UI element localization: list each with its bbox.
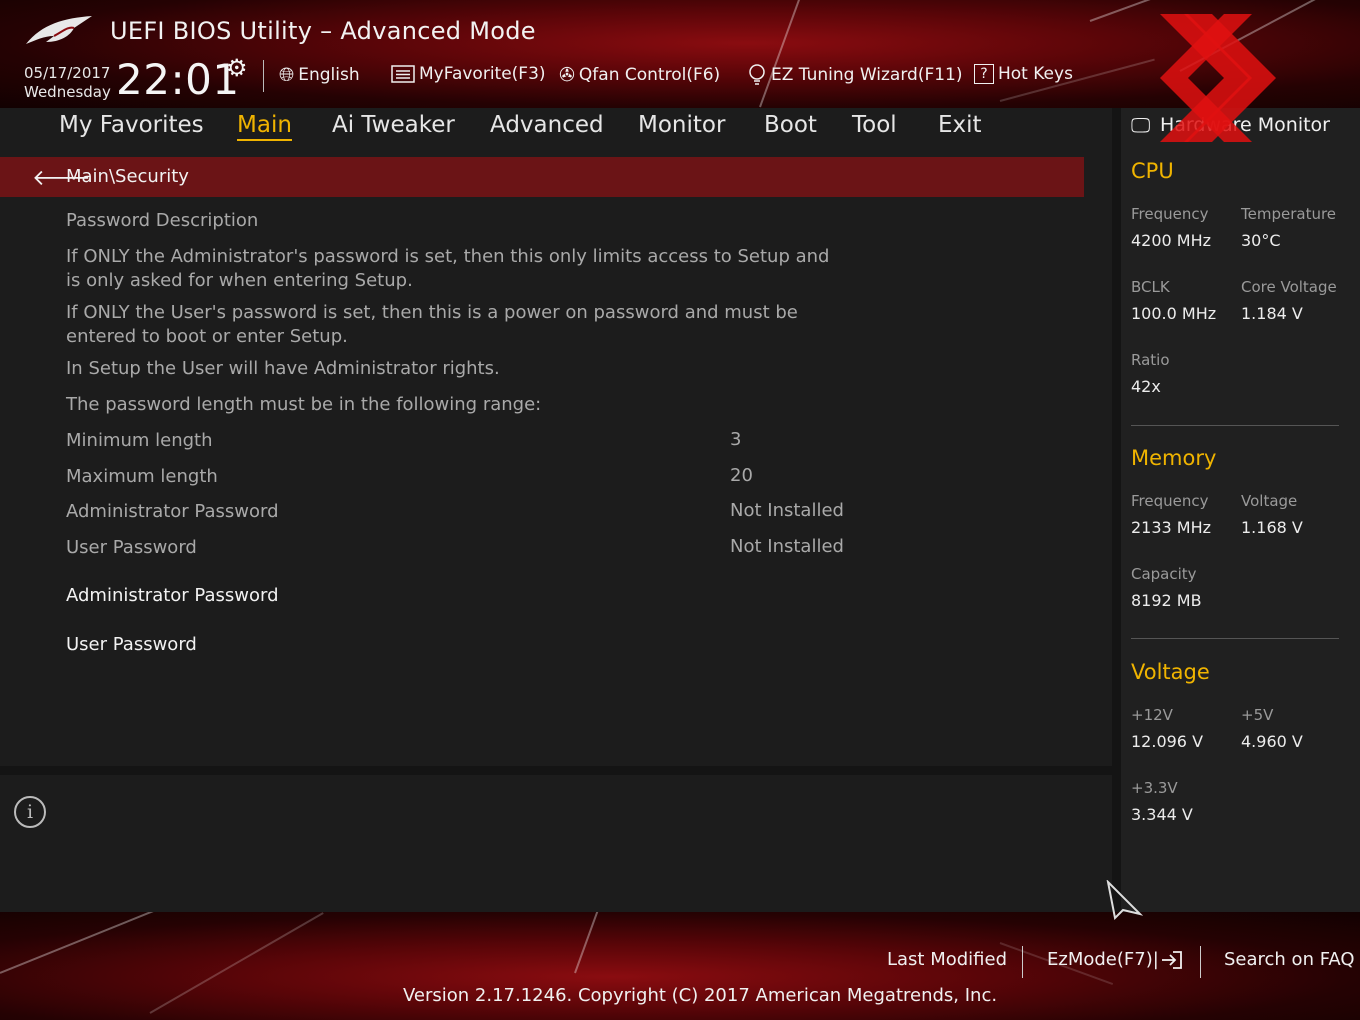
main-pane (0, 148, 1112, 766)
myfavorite-label: MyFavorite(F3) (419, 64, 546, 84)
hot-keys-button[interactable]: ? Hot Keys (974, 64, 1073, 84)
info-icon: i (14, 796, 46, 828)
tab-tool[interactable]: Tool (852, 112, 897, 138)
exit-arrow-icon (1161, 950, 1182, 969)
description-line: If ONLY the Administrator's password is … (66, 246, 830, 267)
search-faq-button[interactable]: Search on FAQ (1224, 949, 1355, 970)
tab-exit[interactable]: Exit (938, 112, 982, 138)
admin-password-status-label: Administrator Password (66, 501, 279, 522)
memory-capacity-value: 8192 MB (1131, 591, 1202, 610)
user-password-status-label: User Password (66, 537, 197, 558)
qfan-label: Qfan Control(F6) (578, 65, 721, 85)
hot-keys-label: Hot Keys (998, 64, 1073, 84)
description-line: In Setup the User will have Administrato… (66, 358, 500, 379)
tab-monitor[interactable]: Monitor (638, 112, 725, 138)
description-line: If ONLY the User's password is set, then… (66, 302, 798, 323)
list-icon (391, 65, 415, 83)
section-divider (1131, 638, 1339, 639)
description-line: The password length must be in the follo… (66, 394, 542, 415)
v12-label: +12V (1131, 706, 1173, 724)
max-length-value: 20 (730, 465, 753, 486)
memory-section-title: Memory (1131, 446, 1217, 470)
min-length-value: 3 (730, 429, 742, 450)
min-length-label: Minimum length (66, 430, 213, 451)
memory-capacity-label: Capacity (1131, 565, 1197, 583)
admin-password-status-value: Not Installed (730, 500, 844, 521)
myfavorite-button[interactable]: MyFavorite(F3) (391, 64, 546, 84)
gear-icon[interactable]: ⚙ (226, 54, 248, 82)
tab-advanced[interactable]: Advanced (490, 112, 604, 138)
v33-label: +3.3V (1131, 779, 1178, 797)
tab-my-favorites[interactable]: My Favorites (59, 112, 204, 138)
language-label: English (298, 65, 360, 85)
cpu-ratio-value: 42x (1131, 377, 1161, 396)
cpu-bclk-value: 100.0 MHz (1131, 304, 1217, 323)
memory-frequency-label: Frequency (1131, 492, 1209, 510)
v5-label: +5V (1241, 706, 1274, 724)
max-length-label: Maximum length (66, 466, 218, 487)
admin-password-item[interactable]: Administrator Password (66, 585, 279, 606)
ez-tuning-label: EZ Tuning Wizard(F11) (771, 65, 963, 85)
ezmode-button[interactable]: EzMode(F7)| (1047, 949, 1183, 970)
divider (1200, 946, 1201, 978)
ezmode-label: EzMode(F7)| (1047, 949, 1159, 970)
watermark-logo-icon (1160, 14, 1276, 142)
main-nav: My Favorites Main Ai Tweaker Advanced Mo… (0, 108, 1112, 148)
tab-ai-tweaker[interactable]: Ai Tweaker (332, 112, 455, 138)
section-divider (1131, 425, 1339, 426)
description-line: entered to boot or enter Setup. (66, 326, 348, 347)
cpu-temperature-label: Temperature (1241, 205, 1337, 223)
tab-boot[interactable]: Boot (764, 112, 817, 138)
cpu-core-voltage-value: 1.184 V (1241, 304, 1303, 323)
language-button[interactable]: 🌐︎ English (279, 64, 360, 86)
v12-value: 12.096 V (1131, 732, 1204, 751)
cpu-section-title: CPU (1131, 159, 1174, 183)
ez-tuning-wizard-button[interactable]: EZ Tuning Wizard(F11) (747, 64, 963, 86)
qfan-control-button[interactable]: ✇ Qfan Control(F6) (559, 64, 720, 86)
user-password-item[interactable]: User Password (66, 634, 197, 655)
lightbulb-icon (749, 64, 765, 85)
info-pane (0, 775, 1112, 912)
tab-main[interactable]: Main (237, 112, 292, 141)
globe-icon: 🌐︎ (279, 64, 295, 86)
clock: 22:01 (116, 55, 240, 104)
cpu-frequency-label: Frequency (1131, 205, 1209, 223)
rog-logo-icon (26, 16, 92, 44)
voltage-section-title: Voltage (1131, 660, 1210, 684)
memory-voltage-label: Voltage (1241, 492, 1298, 510)
breadcrumb: Main\Security (66, 166, 189, 187)
v33-value: 3.344 V (1131, 805, 1193, 824)
date: 05/17/2017 (24, 64, 111, 82)
cpu-ratio-label: Ratio (1131, 351, 1170, 369)
monitor-icon: 🖵 (1131, 113, 1151, 137)
cpu-frequency-value: 4200 MHz (1131, 231, 1212, 250)
v5-value: 4.960 V (1241, 732, 1303, 751)
cpu-core-voltage-label: Core Voltage (1241, 278, 1337, 296)
cpu-temperature-value: 30°C (1241, 231, 1281, 250)
divider (1022, 946, 1023, 978)
memory-voltage-value: 1.168 V (1241, 518, 1303, 537)
memory-frequency-value: 2133 MHz (1131, 518, 1212, 537)
version-text: Version 2.17.1246. Copyright (C) 2017 Am… (403, 985, 998, 1006)
description-line: is only asked for when entering Setup. (66, 270, 413, 291)
description-title: Password Description (66, 210, 259, 231)
mouse-cursor-icon (1106, 880, 1143, 920)
last-modified-button[interactable]: Last Modified (887, 949, 1007, 970)
user-password-status-value: Not Installed (730, 536, 844, 557)
question-box-icon: ? (974, 64, 994, 84)
weekday: Wednesday (24, 83, 111, 101)
fan-icon: ✇ (559, 64, 575, 86)
divider (263, 60, 264, 92)
cpu-bclk-label: BCLK (1131, 278, 1170, 296)
app-title: UEFI BIOS Utility – Advanced Mode (110, 17, 536, 45)
